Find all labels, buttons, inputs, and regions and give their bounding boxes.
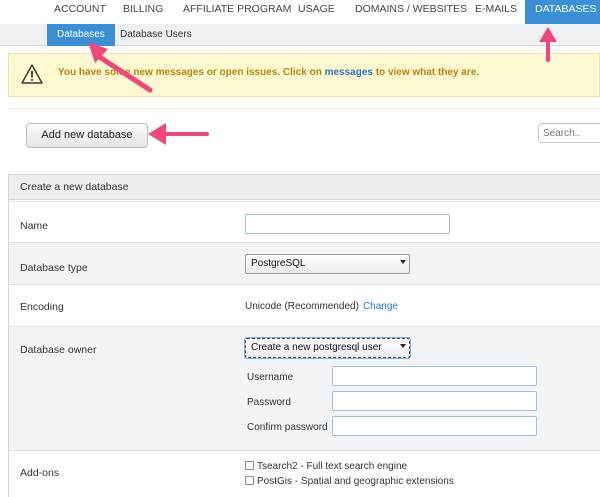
chevron-down-icon (400, 260, 406, 264)
addon-postgis-label: PostGis - Spatial and geographic extensi… (257, 476, 454, 487)
subnav-database-users[interactable]: Database Users (120, 24, 192, 46)
toolbar: Add new database (8, 108, 600, 158)
sub-nav: Databases Database Users (0, 24, 600, 46)
panel-title: Create a new database (9, 175, 600, 200)
username-label: Username (247, 372, 294, 383)
nav-databases[interactable]: DATABASES (525, 0, 600, 24)
confirm-password-label: Confirm password (247, 422, 328, 433)
warning-alert: You have some new messages or open issue… (8, 53, 600, 97)
nav-domains-websites[interactable]: DOMAINS / WEBSITES (355, 0, 467, 24)
database-type-select[interactable]: PostgreSQL (245, 254, 410, 274)
confirm-password-input[interactable] (332, 416, 537, 436)
database-type-value: PostgreSQL (251, 258, 306, 269)
alert-message: You have some new messages or open issue… (58, 67, 479, 78)
alert-text-after: to view what they are. (372, 67, 480, 78)
messages-link[interactable]: messages (325, 67, 373, 78)
password-input[interactable] (332, 391, 537, 411)
encoding-label: Encoding (20, 301, 64, 313)
username-input[interactable] (332, 366, 537, 386)
database-type-row: Database type PostgreSQL (9, 242, 600, 284)
name-label: Name (20, 220, 49, 232)
encoding-change-link[interactable]: Change (363, 301, 398, 312)
nav-usage[interactable]: USAGE (298, 0, 335, 24)
nav-affiliate-program[interactable]: AFFILIATE PROGRAM (183, 0, 291, 24)
encoding-row: Encoding Unicode (Recommended) Change (9, 284, 600, 326)
database-owner-value: Create a new postgresql user (251, 342, 382, 353)
database-owner-select[interactable]: Create a new postgresql user (245, 338, 410, 358)
alert-text-before: You have some new messages or open issue… (58, 67, 325, 78)
database-owner-row: Database owner Create a new postgresql u… (9, 326, 600, 450)
addon-postgis-checkbox[interactable]: PostGis - Spatial and geographic extensi… (245, 476, 454, 487)
chevron-down-icon (400, 344, 406, 348)
password-label: Password (247, 397, 291, 408)
nav-emails[interactable]: E-MAILS (475, 0, 517, 24)
addon-tsearch2-checkbox[interactable]: Tsearch2 - Full text search engine (245, 461, 407, 472)
checkbox-icon[interactable] (245, 476, 254, 485)
database-type-label: Database type (20, 262, 88, 274)
nav-account[interactable]: ACCOUNT (54, 0, 106, 24)
name-row: Name (9, 201, 600, 242)
encoding-value-text: Unicode (Recommended) (245, 301, 359, 312)
top-nav: ACCOUNT BILLING AFFILIATE PROGRAM USAGE … (0, 0, 600, 24)
nav-billing[interactable]: BILLING (123, 0, 163, 24)
checkbox-icon[interactable] (245, 461, 254, 470)
addons-label: Add-ons (20, 467, 60, 479)
addon-tsearch2-label: Tsearch2 - Full text search engine (257, 461, 408, 472)
search-input[interactable] (538, 123, 600, 143)
add-new-database-button[interactable]: Add new database (26, 123, 148, 148)
database-owner-label: Database owner (20, 344, 97, 356)
encoding-value: Unicode (Recommended) Change (245, 301, 398, 312)
create-database-panel: Create a new database Name Database type… (8, 174, 600, 497)
name-input[interactable] (245, 214, 450, 234)
subnav-databases[interactable]: Databases (47, 24, 115, 46)
warning-icon (21, 64, 43, 84)
addons-row: Add-ons Tsearch2 - Full text search engi… (9, 450, 600, 497)
